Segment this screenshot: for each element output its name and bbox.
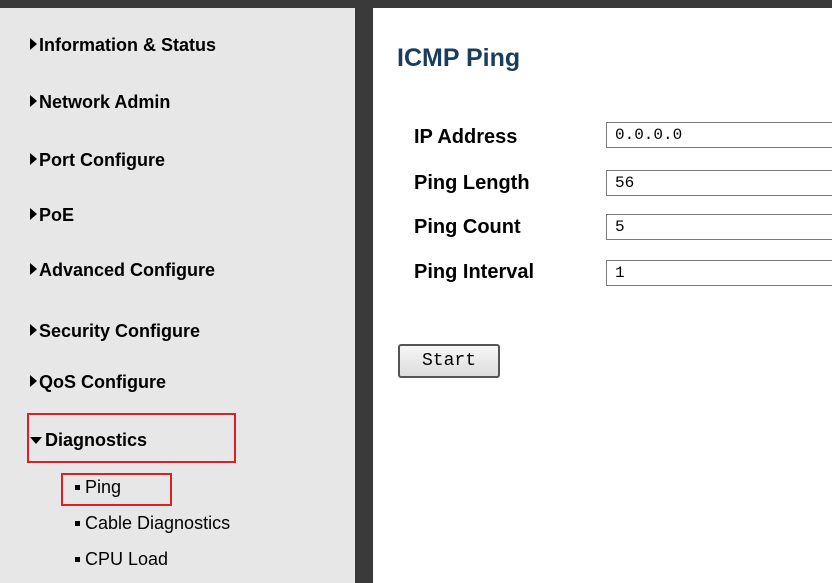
bullet-icon: [75, 521, 80, 526]
caret-right-icon: [30, 375, 37, 387]
ip-address-label: IP Address: [414, 126, 518, 148]
frame-divider: [355, 8, 373, 583]
sidebar-item-information-status[interactable]: Information & Status: [30, 35, 216, 56]
caret-right-icon: [30, 38, 37, 50]
main-panel: [373, 8, 832, 583]
sidebar-item-label: Port Configure: [39, 150, 165, 170]
ping-count-label: Ping Count: [414, 216, 521, 238]
sidebar-item-port-configure[interactable]: Port Configure: [30, 150, 165, 171]
caret-right-icon: [30, 263, 37, 275]
sidebar-item-label: QoS Configure: [39, 372, 166, 392]
ping-length-label: Ping Length: [414, 172, 530, 194]
sidebar-item-poe[interactable]: PoE: [30, 205, 74, 226]
sidebar-item-security-configure[interactable]: Security Configure: [30, 321, 200, 342]
caret-right-icon: [30, 324, 37, 336]
sidebar-subitem-label: CPU Load: [85, 549, 169, 569]
highlight-box-diagnostics: [27, 413, 236, 463]
sidebar-item-network-admin[interactable]: Network Admin: [30, 92, 170, 113]
highlight-box-ping: [61, 473, 172, 506]
sidebar-item-qos-configure[interactable]: QoS Configure: [30, 372, 166, 393]
sidebar-item-label: Information & Status: [39, 35, 217, 55]
page-title: ICMP Ping: [397, 44, 521, 72]
start-button[interactable]: Start: [398, 344, 500, 378]
ping-count-input[interactable]: [606, 214, 832, 240]
ping-length-input[interactable]: [606, 170, 832, 196]
bullet-icon: [75, 557, 80, 562]
ip-address-input[interactable]: [606, 122, 832, 148]
sidebar-subitem-label: Cable Diagnostics: [85, 513, 231, 533]
sidebar-item-label: Network Admin: [39, 92, 171, 112]
caret-right-icon: [30, 95, 37, 107]
caret-right-icon: [30, 208, 37, 220]
sidebar-item-label: Security Configure: [39, 321, 201, 341]
top-border: [0, 0, 832, 8]
sidebar-subitem-cable-diagnostics[interactable]: Cable Diagnostics: [75, 513, 230, 534]
sidebar-subitem-cpu-load[interactable]: CPU Load: [75, 549, 168, 570]
sidebar-item-label: Advanced Configure: [39, 260, 216, 280]
sidebar-item-label: PoE: [39, 205, 75, 225]
sidebar-item-advanced-configure[interactable]: Advanced Configure: [30, 260, 215, 281]
caret-right-icon: [30, 153, 37, 165]
ping-interval-input[interactable]: [606, 260, 832, 286]
ping-interval-label: Ping Interval: [414, 261, 535, 283]
